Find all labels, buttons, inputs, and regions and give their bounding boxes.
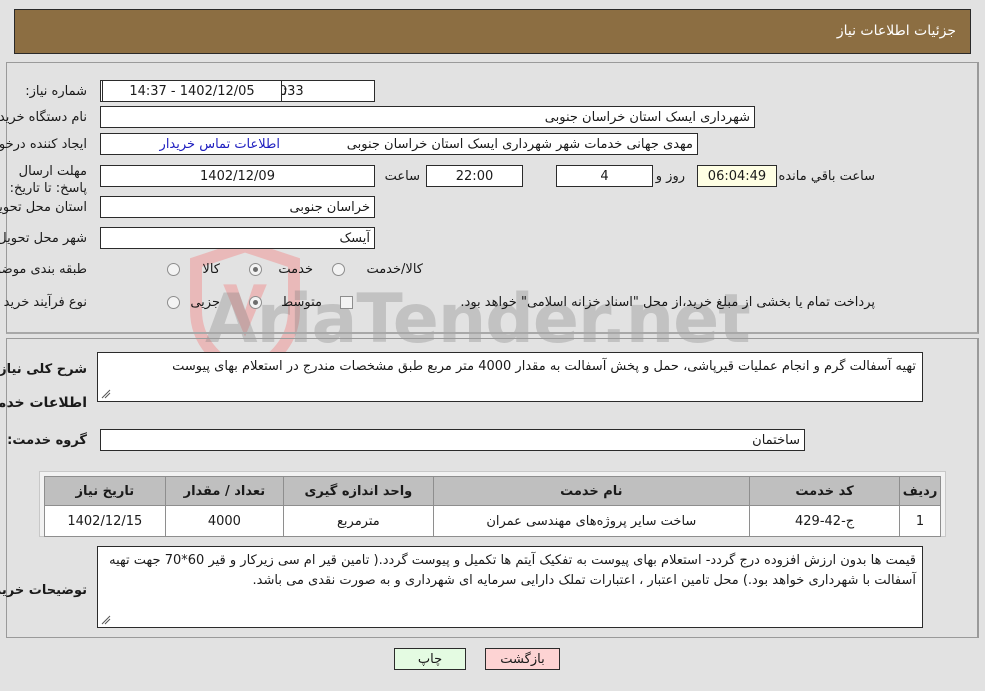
th-need-date: تاریخ نیاز: [44, 476, 166, 506]
radio-category-goods[interactable]: [167, 263, 180, 276]
th-unit: واحد اندازه گیری: [283, 476, 434, 506]
radio-process-minor-label: جزیی: [190, 295, 220, 310]
city-value: آیسک: [100, 227, 375, 249]
resize-grip-icon[interactable]: [101, 389, 111, 399]
print-button[interactable]: چاپ: [394, 648, 466, 670]
treasury-checkbox[interactable]: [340, 296, 353, 309]
description-text: تهیه آسفالت گرم و انجام عملیات قیرپاشی، …: [172, 359, 916, 374]
remaining-days-value: 4: [556, 165, 653, 187]
deadline-time-value: 22:00: [426, 165, 523, 187]
buyer-org-value: شهرداری ایسک استان خراسان جنوبی: [100, 106, 755, 128]
buyer-org-label: نام دستگاه خریدار:: [0, 110, 87, 125]
description-label: شرح کلی نیاز:: [0, 362, 87, 377]
radio-category-goods-service[interactable]: [332, 263, 345, 276]
th-service-code: کد خدمت: [749, 476, 901, 506]
radio-process-minor[interactable]: [167, 296, 180, 309]
services-section-heading: اطلاعات خدمات مورد نیاز: [0, 395, 87, 411]
cell-service-code: ج-42-429: [749, 505, 901, 537]
city-label: شهر محل تحویل:: [0, 231, 87, 246]
radio-process-medium[interactable]: [249, 296, 262, 309]
radio-category-service-label: خدمت: [278, 262, 313, 277]
cell-service-name: ساخت سایر پروژه‌های مهندسی عمران: [432, 505, 751, 537]
page-title: جزئیات اطلاعات نیاز: [836, 23, 956, 39]
description-textarea[interactable]: تهیه آسفالت گرم و انجام عملیات قیرپاشی، …: [97, 352, 923, 402]
hour-label: ساعت: [384, 169, 420, 184]
th-row-no: ردیف: [899, 476, 941, 506]
page-header: جزئیات اطلاعات نیاز: [14, 9, 971, 54]
countdown-timer: 06:04:49: [697, 165, 777, 187]
buyer-contact-link[interactable]: اطلاعات تماس خریدار: [160, 137, 280, 152]
cell-unit: مترمربع: [283, 505, 434, 537]
treasury-checkbox-label: پرداخت تمام یا بخشی از مبلغ خرید،از محل …: [460, 295, 875, 310]
back-button[interactable]: بازگشت: [485, 648, 560, 670]
category-label: طبقه بندی موضوعی:: [0, 262, 87, 277]
announce-value: 1402/12/05 - 14:37: [102, 80, 282, 102]
radio-process-medium-label: متوسط: [281, 295, 322, 310]
table-header-row: ردیف کد خدمت نام خدمت واحد اندازه گیری ت…: [44, 476, 941, 506]
deadline-label: مهلت ارسال پاسخ: تا تاریخ:: [9, 164, 87, 196]
service-group-value: ساختمان: [100, 429, 805, 451]
province-value: خراسان جنوبی: [100, 196, 375, 218]
resize-grip-icon[interactable]: [101, 615, 111, 625]
buyer-notes-text: قیمت ها بدون ارزش افزوده درج گردد- استعل…: [109, 553, 916, 588]
buyer-notes-textarea[interactable]: قیمت ها بدون ارزش افزوده درج گردد- استعل…: [97, 546, 923, 628]
th-quantity: تعداد / مقدار: [164, 476, 285, 506]
buyer-notes-label: توضیحات خریدار:: [0, 583, 87, 598]
process-label: نوع فرآیند خرید :: [0, 295, 87, 310]
radio-category-service[interactable]: [249, 263, 262, 276]
province-label: استان محل تحویل:: [0, 200, 87, 215]
requester-label: ایجاد کننده درخواست:: [0, 137, 87, 152]
deadline-date-value: 1402/12/09: [100, 165, 375, 187]
service-group-label: گروه خدمت:: [7, 433, 87, 448]
cell-quantity: 4000: [164, 505, 285, 537]
radio-category-goods-label: کالا: [202, 262, 220, 277]
cell-need-date: 1402/12/15: [44, 505, 166, 537]
table-row: 1 ج-42-429 ساخت سایر پروژه‌های مهندسی عم…: [44, 505, 941, 537]
cell-row-no: 1: [899, 505, 941, 537]
service-table: ردیف کد خدمت نام خدمت واحد اندازه گیری ت…: [44, 476, 941, 537]
radio-category-goods-service-label: کالا/خدمت: [366, 262, 423, 277]
countdown-label: ساعت باقي مانده: [778, 169, 875, 184]
need-number-label: شماره نیاز:: [25, 84, 87, 99]
th-service-name: نام خدمت: [432, 476, 751, 506]
days-label: روز و: [655, 169, 685, 184]
